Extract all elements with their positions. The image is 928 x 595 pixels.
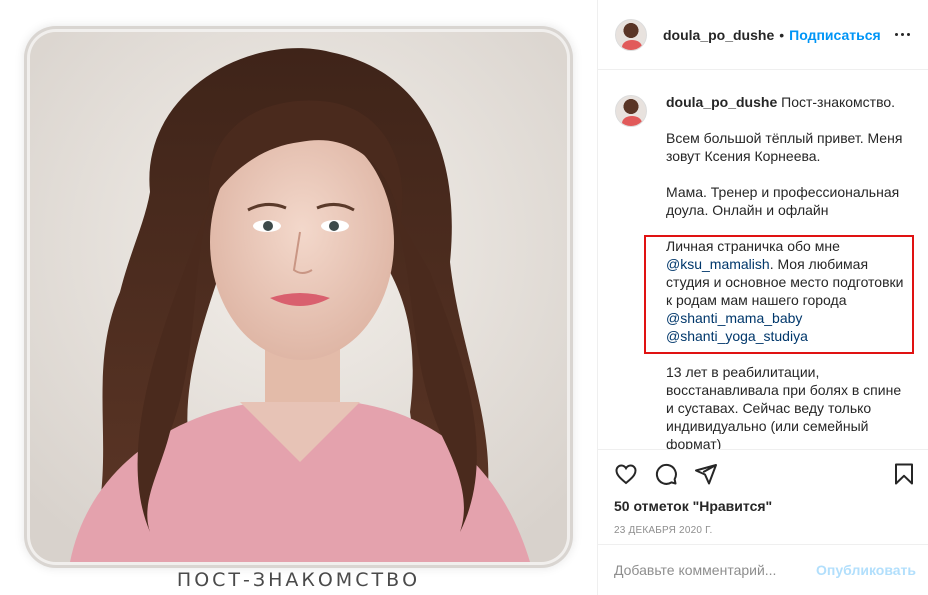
mention-link[interactable]: @shanti_mama_baby — [666, 310, 802, 326]
author-username[interactable]: doula_po_dushe — [663, 27, 774, 43]
comments-section[interactable]: doula_po_dushe Пост-знакомство. Всем бол… — [598, 71, 928, 449]
comment-input[interactable] — [614, 562, 817, 578]
caption-first-line: doula_po_dushe Пост-знакомство. — [666, 93, 911, 111]
heart-icon[interactable] — [614, 462, 638, 486]
post-caption: doula_po_dushe Пост-знакомство. Всем бол… — [615, 93, 914, 449]
add-comment-bar: Опубликовать — [598, 544, 928, 595]
caption-paragraph: Мама. Тренер и профессиональная доула. О… — [666, 184, 900, 218]
post-header: doula_po_dushe • Подписаться — [598, 0, 928, 70]
post-media[interactable]: ПОСТ-ЗНАКОМСТВО — [0, 0, 597, 595]
action-icons — [614, 450, 913, 498]
mention-link[interactable]: @ksu_mamalish — [666, 256, 770, 272]
header-separator: • — [779, 26, 785, 43]
more-horizontal-icon[interactable] — [890, 23, 914, 47]
bookmark-icon[interactable] — [892, 462, 916, 486]
author-avatar[interactable] — [615, 18, 647, 51]
highlight-intro: Личная страничка обо мне — [666, 238, 840, 254]
post-date[interactable]: 23 декабря 2020 г. — [614, 525, 912, 536]
comment-icon[interactable] — [654, 462, 678, 486]
share-icon[interactable] — [694, 462, 718, 486]
image-overlay-caption: ПОСТ-ЗНАКОМСТВО — [176, 569, 421, 591]
caption-username[interactable]: doula_po_dushe — [666, 94, 777, 110]
caption-paragraph: 13 лет в реабилитации, восстанавливала п… — [666, 364, 902, 449]
publish-button[interactable]: Опубликовать — [816, 562, 916, 578]
portrait-image — [30, 32, 567, 562]
mention-link[interactable]: @shanti_yoga_studiya — [666, 328, 808, 344]
likes-count[interactable]: 50 отметок "Нравится" — [614, 498, 912, 514]
caption-avatar[interactable] — [615, 95, 647, 127]
caption-highlighted-paragraph: Личная страничка обо мне @ksu_mamalish. … — [666, 237, 911, 345]
caption-text: doula_po_dushe Пост-знакомство. Всем бол… — [666, 93, 911, 449]
post-actions: 50 отметок "Нравится" 23 декабря 2020 г. — [598, 449, 928, 544]
post-sidebar: doula_po_dushe • Подписаться doula_po_du… — [597, 0, 928, 595]
follow-button[interactable]: Подписаться — [789, 27, 881, 43]
caption-paragraph: Всем большой тёплый привет. Меня зовут К… — [666, 130, 903, 164]
post-photo — [30, 32, 567, 562]
caption-title: Пост-знакомство. — [781, 94, 896, 110]
